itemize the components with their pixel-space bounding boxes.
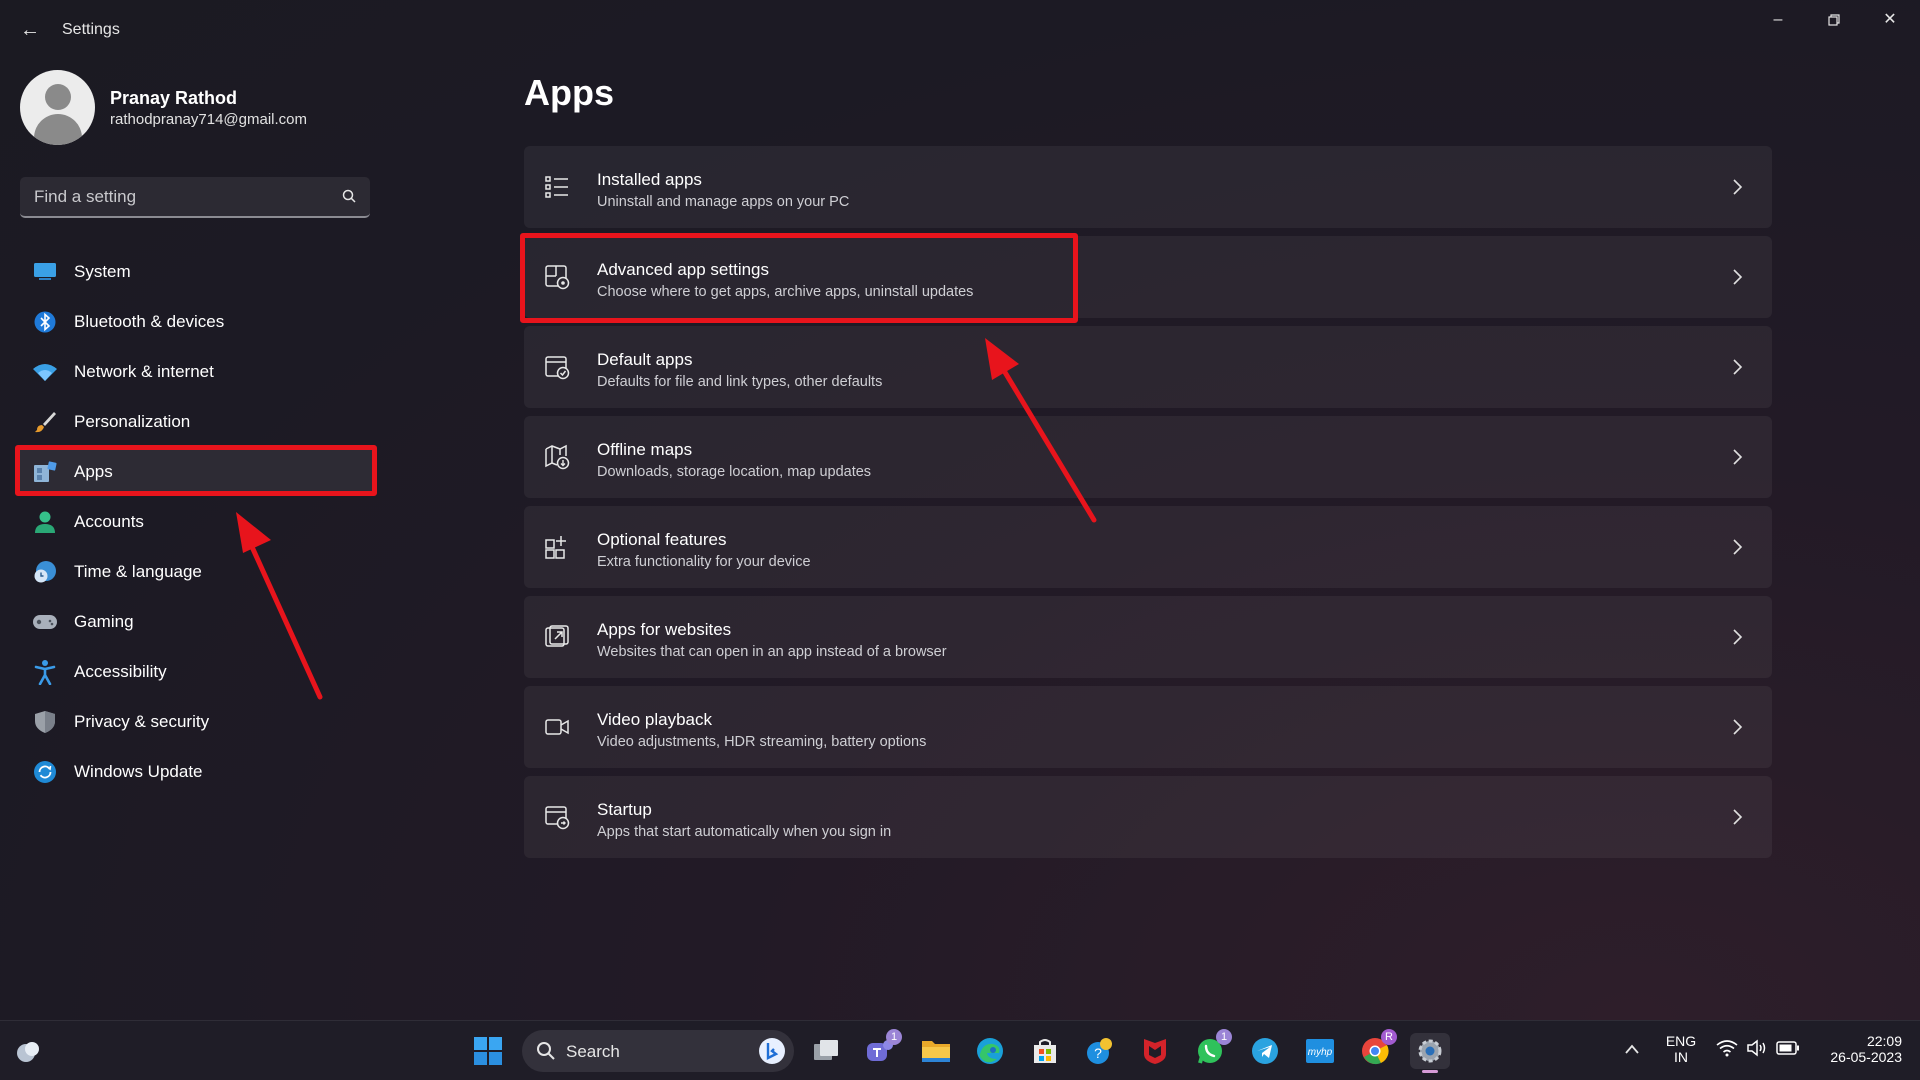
clock[interactable]: 22:09 26-05-2023 — [1812, 1033, 1902, 1065]
mcafee-icon[interactable] — [1137, 1033, 1173, 1069]
wifi-icon[interactable] — [1716, 1039, 1738, 1057]
teams-icon[interactable]: 1 — [862, 1029, 902, 1069]
annotation-arrows — [236, 338, 1097, 700]
chrome-icon[interactable]: R — [1357, 1029, 1397, 1069]
search-icon — [537, 1042, 555, 1060]
edge-icon[interactable] — [972, 1033, 1008, 1069]
annotation-arrow-advanced-settings — [985, 338, 1097, 523]
language-code: ENG — [1665, 1033, 1697, 1049]
annotation-arrow-apps — [236, 512, 323, 700]
whatsapp-badge: 1 — [1216, 1029, 1232, 1045]
svg-text:?: ? — [1094, 1045, 1102, 1061]
language-indicator[interactable]: ENG IN — [1660, 1033, 1702, 1065]
tips-icon[interactable]: ? — [1082, 1033, 1118, 1069]
taskbar-search[interactable]: Search — [522, 1030, 794, 1072]
taskbar-search-label: Search — [566, 1042, 620, 1061]
telegram-icon[interactable] — [1247, 1033, 1283, 1069]
myhp-icon[interactable]: myhp — [1302, 1033, 1338, 1069]
chrome-profile-badge: R — [1381, 1029, 1397, 1045]
widgets-icon[interactable] — [10, 1033, 46, 1069]
volume-icon[interactable] — [1746, 1038, 1768, 1058]
clock-date: 26-05-2023 — [1830, 1049, 1902, 1065]
bing-icon[interactable] — [758, 1037, 786, 1065]
store-icon[interactable] — [1027, 1033, 1063, 1069]
teams-badge: 1 — [886, 1029, 902, 1045]
clock-time: 22:09 — [1866, 1033, 1902, 1049]
taskbar: Search 1 ? 1 myhp R ENG IN 22:09 26-05-2… — [0, 1020, 1920, 1080]
file-explorer-icon[interactable] — [918, 1033, 954, 1069]
svg-text:myhp: myhp — [1308, 1047, 1333, 1058]
whatsapp-icon[interactable]: 1 — [1192, 1029, 1232, 1069]
task-view-icon[interactable] — [808, 1033, 844, 1069]
settings-gear-icon[interactable] — [1410, 1033, 1450, 1073]
language-region: IN — [1674, 1049, 1688, 1065]
start-icon[interactable] — [470, 1033, 506, 1069]
show-hidden-icons-chevron-icon[interactable] — [1624, 1043, 1640, 1055]
battery-icon[interactable] — [1776, 1040, 1800, 1056]
